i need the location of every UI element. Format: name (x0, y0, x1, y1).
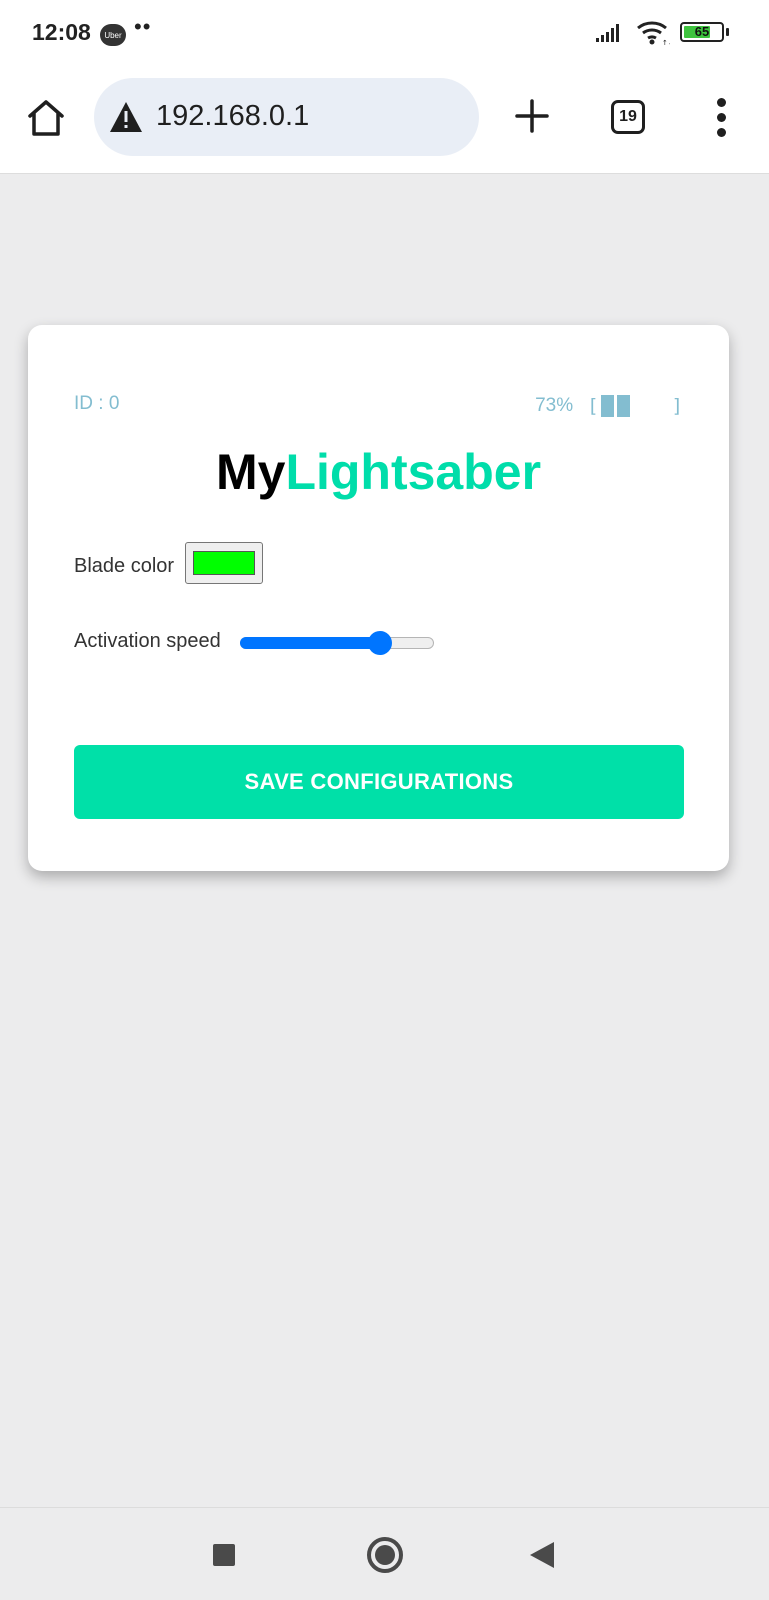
warning-icon[interactable] (108, 100, 144, 134)
more-vert-icon[interactable] (712, 98, 732, 138)
home-icon (28, 100, 64, 136)
blade-color-label: Blade color (74, 555, 175, 577)
slider-fill (240, 637, 380, 649)
plus-icon (515, 99, 549, 133)
blade-color-picker[interactable] (185, 542, 263, 584)
more-notifications-icon: •• (134, 14, 152, 39)
browser-toolbar: 192.168.0.1 19 (0, 64, 769, 174)
title-lightsaber: Lightsaber (285, 444, 542, 500)
home-circle-icon[interactable] (367, 1537, 403, 1573)
save-configurations-button[interactable]: SAVE CONFIGURATIONS (74, 745, 684, 819)
activation-speed-slider[interactable] (240, 631, 434, 655)
activation-speed-label: Activation speed (74, 630, 221, 652)
new-tab-button[interactable] (512, 96, 552, 136)
wifi-icon: ↑↓ (637, 21, 670, 46)
signal-icon (596, 24, 619, 42)
page-title: MyLightsaber (28, 443, 729, 501)
device-id: ID : 0 (74, 393, 120, 414)
battery-level: 65 (694, 24, 710, 39)
status-time: 12:08 (32, 19, 91, 45)
battery-level-bar (600, 395, 630, 417)
saber-battery-status: 73% [ ] (535, 395, 683, 417)
status-bar: 12:08 Uber •• ↑↓ 65 (0, 0, 769, 64)
uber-notification-icon: Uber (100, 24, 126, 46)
svg-text:↑↓: ↑↓ (662, 39, 670, 46)
battery-percent: 73% (535, 395, 574, 416)
battery-bracket-close: ] (671, 395, 683, 417)
tab-switcher-button[interactable]: 19 (611, 100, 645, 134)
battery-nub (726, 28, 729, 36)
url-text: 192.168.0.1 (156, 100, 310, 132)
title-my: My (215, 444, 286, 500)
system-nav-bar (0, 1507, 769, 1600)
url-bar[interactable]: 192.168.0.1 (94, 78, 479, 156)
back-icon[interactable] (530, 1542, 554, 1568)
recents-icon[interactable] (213, 1544, 235, 1566)
home-button[interactable] (24, 96, 68, 140)
battery-icon: 65 (680, 22, 724, 42)
battery-bracket-open: [ (587, 395, 599, 417)
config-card: ID : 0 73% [ ] MyLightsaber Blade color … (28, 325, 729, 871)
slider-thumb[interactable] (368, 631, 392, 655)
blade-color-swatch (193, 551, 255, 575)
